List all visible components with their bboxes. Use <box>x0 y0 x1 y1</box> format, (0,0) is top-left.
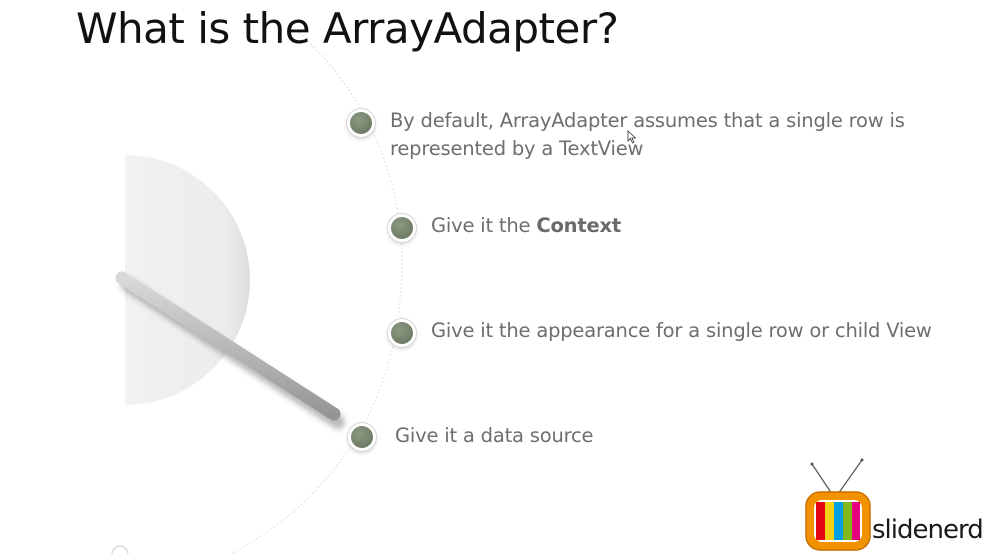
bullet-text-2-main: Give it the <box>431 214 537 237</box>
bullet-text-4-main: Give it a data source <box>395 424 594 447</box>
bullet-dot-3 <box>391 322 413 344</box>
bullet-text-1: By default, ArrayAdapter assumes that a … <box>390 107 910 163</box>
bullet-dot-4 <box>351 426 373 448</box>
bullet-dot-2 <box>391 217 413 239</box>
bullet-text-2-bold: Context <box>536 214 621 237</box>
bullet-text-3: Give it the appearance for a single row … <box>431 317 932 345</box>
bullet-text-3-main: Give it the appearance for a single row … <box>431 319 932 342</box>
bullet-dot-1 <box>350 112 372 134</box>
slidenerd-wordmark: slidenerd <box>872 515 984 545</box>
bullet-text-2: Give it the Context <box>431 212 621 240</box>
bullet-text-1-main: By default, ArrayAdapter assumes that a … <box>390 109 905 160</box>
tv-icon <box>805 458 871 551</box>
mouse-cursor-icon <box>627 130 637 144</box>
slide-title: What is the ArrayAdapter? <box>76 4 619 53</box>
half-disc-shape <box>125 155 250 405</box>
bullet-text-4: Give it a data source <box>395 422 594 450</box>
